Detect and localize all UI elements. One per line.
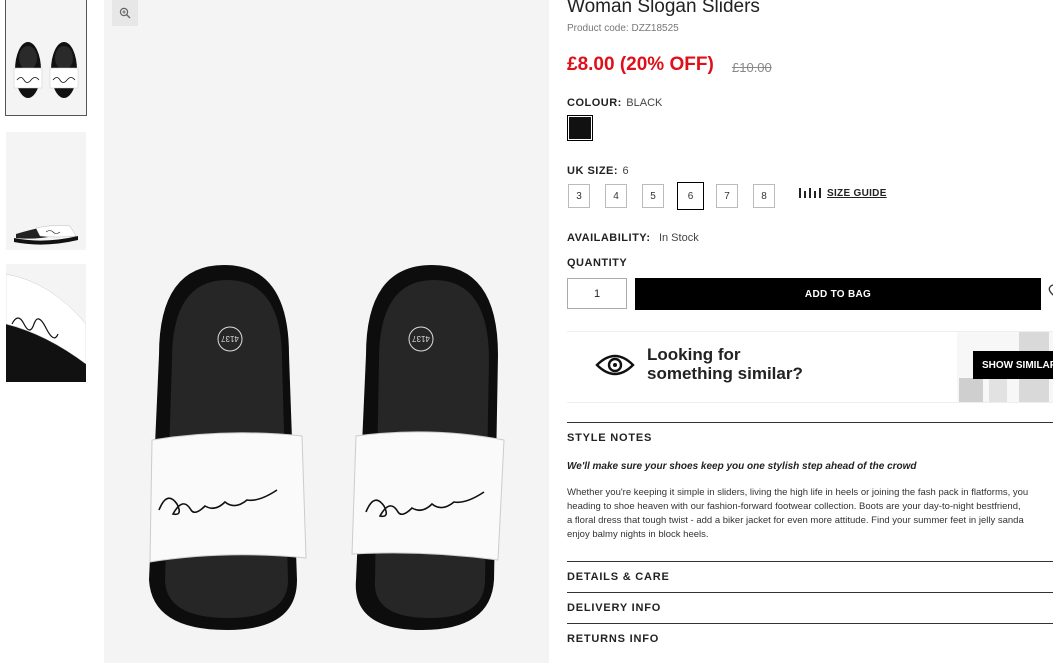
- svg-text:4137: 4137: [412, 334, 430, 343]
- description-line: a floral dress that tough twist - add a …: [567, 515, 1024, 526]
- size-option-5[interactable]: 5: [642, 184, 664, 208]
- size-guide-link[interactable]: SIZE GUIDE: [799, 187, 887, 199]
- main-product-image: 4137 4137: [104, 0, 549, 663]
- eye-icon: [595, 354, 635, 376]
- divider: [567, 561, 1053, 562]
- left-slider-graphic: 4137: [149, 265, 307, 630]
- returns-info-header[interactable]: RETURNS INFO: [567, 633, 659, 645]
- size-option-6[interactable]: 6: [677, 182, 704, 210]
- right-slider-graphic: 4137: [351, 265, 505, 630]
- similar-heading: Looking for something similar?: [647, 345, 803, 383]
- size-value: 6: [622, 165, 629, 177]
- quantity-label: QUANTITY: [567, 257, 628, 269]
- original-price: £10.00: [732, 60, 772, 75]
- colour-label: COLOUR:: [567, 97, 622, 109]
- style-notes-tagline: We'll make sure your shoes keep you one …: [567, 461, 917, 472]
- size-option-7[interactable]: 7: [716, 184, 738, 208]
- availability-label: AVAILABILITY:: [567, 232, 651, 244]
- availability-row: AVAILABILITY: In Stock: [567, 228, 699, 246]
- style-notes-header[interactable]: STYLE NOTES: [567, 432, 652, 444]
- quantity-input[interactable]: 1: [567, 278, 627, 309]
- product-code: Product code: DZZ18525: [567, 23, 679, 34]
- availability-value: In Stock: [658, 232, 699, 244]
- colour-swatch-black[interactable]: [567, 115, 593, 141]
- show-similar-button[interactable]: SHOW SIMILAR: [973, 351, 1053, 379]
- size-label: UK SIZE:: [567, 165, 619, 177]
- divider: [567, 592, 1053, 593]
- size-option-4[interactable]: 4: [605, 184, 627, 208]
- thumbnail-3[interactable]: [6, 264, 86, 382]
- sale-price: £8.00 (20% OFF): [567, 54, 714, 75]
- add-to-bag-button[interactable]: ADD TO BAG: [635, 278, 1041, 310]
- description-line: heading to shoe heaven with our fashion-…: [567, 501, 1021, 512]
- thumbnail-2[interactable]: [6, 132, 86, 250]
- size-guide-label: SIZE GUIDE: [827, 187, 887, 199]
- divider: [567, 623, 1053, 624]
- size-row: UK SIZE: 6: [567, 161, 629, 179]
- colour-value: BLACK: [626, 97, 663, 109]
- colour-row: COLOUR: BLACK: [567, 93, 662, 111]
- details-care-header[interactable]: DETAILS & CARE: [567, 571, 670, 583]
- size-options: 3 4 5 6 7 8: [568, 182, 790, 210]
- delivery-info-header[interactable]: DELIVERY INFO: [567, 602, 661, 614]
- size-option-3[interactable]: 3: [568, 184, 590, 208]
- similar-heading-line1: Looking for: [647, 345, 741, 364]
- divider: [567, 422, 1053, 423]
- zoom-icon[interactable]: [112, 0, 138, 26]
- size-option-8[interactable]: 8: [753, 184, 775, 208]
- similar-heading-line2: something similar?: [647, 364, 803, 383]
- svg-text:4137: 4137: [221, 334, 239, 343]
- thumbnail-1[interactable]: [5, 0, 87, 116]
- style-notes-description: Whether you're keeping it simple in slid…: [567, 486, 1053, 542]
- description-line: enjoy balmy nights in block heels.: [567, 529, 709, 540]
- description-line: Whether you're keeping it simple in slid…: [567, 487, 1029, 498]
- wishlist-heart-icon[interactable]: [1048, 283, 1053, 299]
- ruler-icon: [799, 188, 821, 198]
- product-title: Woman Slogan Sliders: [567, 0, 760, 17]
